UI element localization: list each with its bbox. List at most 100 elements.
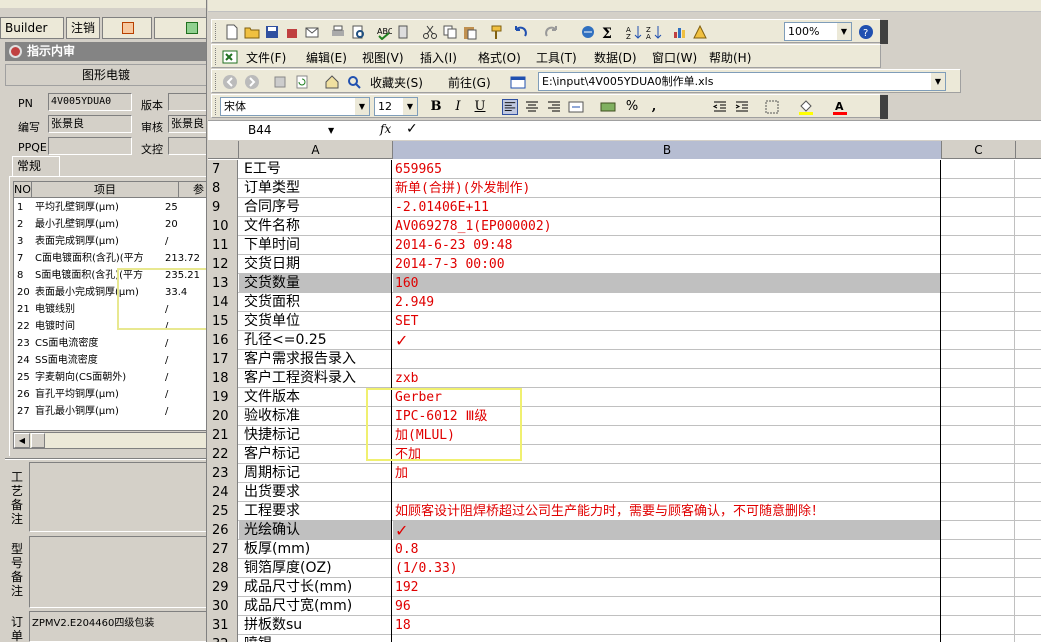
row-header[interactable]: 28	[208, 559, 238, 578]
reviewer-field[interactable]: 张景良	[168, 115, 206, 133]
grid-row[interactable]: 24 SS面电流密度 /	[14, 352, 206, 369]
menu-edit[interactable]: 编辑(E)	[306, 49, 347, 66]
back-icon[interactable]	[222, 74, 238, 90]
column-header-b[interactable]: B	[393, 141, 942, 159]
font-size-select[interactable]: 12 ▼	[374, 97, 418, 116]
format-gripper[interactable]	[215, 98, 218, 115]
grid-header-no[interactable]: NO	[14, 182, 32, 198]
cell-b[interactable]: 160	[393, 274, 941, 293]
grid-cell-param[interactable]: /	[165, 352, 206, 369]
hyperlink-icon[interactable]	[580, 24, 596, 40]
grid-cell-param[interactable]: /	[165, 335, 206, 352]
cell-b[interactable]: SET	[393, 312, 941, 331]
cell-c[interactable]	[942, 179, 1015, 198]
search-icon[interactable]	[346, 74, 362, 90]
cell-c[interactable]	[942, 312, 1015, 331]
percent-button[interactable]: %	[622, 98, 642, 116]
menu-window[interactable]: 窗口(W)	[652, 49, 697, 66]
menu-gripper[interactable]	[215, 48, 218, 65]
spelling-icon[interactable]: ABC	[376, 24, 392, 40]
row-header[interactable]: 14	[208, 293, 238, 312]
cell-a[interactable]: 下单时间	[239, 236, 392, 255]
permission-icon[interactable]	[284, 24, 300, 40]
cell-c[interactable]	[942, 255, 1015, 274]
stop-icon[interactable]	[272, 74, 288, 90]
menu-insert[interactable]: 插入(I)	[420, 49, 457, 66]
cell-c[interactable]	[942, 274, 1015, 293]
save-icon[interactable]	[264, 24, 280, 40]
cell-a[interactable]: 孔径<=0.25	[239, 331, 392, 350]
underline-button[interactable]: U	[470, 98, 490, 116]
select-all-corner[interactable]	[208, 141, 239, 159]
paste-icon[interactable]	[462, 24, 478, 40]
menu-format[interactable]: 格式(O)	[478, 49, 521, 66]
row-header[interactable]: 20	[208, 407, 238, 426]
cell-b[interactable]	[393, 350, 941, 369]
grid-row[interactable]: 27 盲孔最小铜厚(μm) /	[14, 403, 206, 420]
grid-cell-param[interactable]: /	[165, 403, 206, 420]
cell-c[interactable]	[942, 521, 1015, 540]
grid-row[interactable]: 1 平均孔壁铜厚(μm) 25	[14, 199, 206, 216]
cell-c[interactable]	[942, 426, 1015, 445]
cell-c[interactable]	[942, 160, 1015, 179]
cell-c[interactable]	[942, 407, 1015, 426]
cell-b[interactable]: 18	[393, 616, 941, 635]
email-icon[interactable]	[304, 24, 320, 40]
merge-center-icon[interactable]	[568, 99, 584, 115]
cell-b[interactable]: 659965	[393, 160, 941, 179]
cell-b[interactable]: 192	[393, 578, 941, 597]
cell-a[interactable]: 出货要求	[239, 483, 392, 502]
author-field[interactable]: 张景良	[48, 115, 132, 133]
chevron-down-icon[interactable]: ▼	[837, 23, 851, 40]
menu-help[interactable]: 帮助(H)	[709, 49, 751, 66]
menu-tools[interactable]: 工具(T)	[536, 49, 577, 66]
cell-b[interactable]: AV069278_1(EP000002)	[393, 217, 941, 236]
name-box-dropdown-icon[interactable]: ▼	[328, 122, 334, 139]
cell-b[interactable]: 0.8	[393, 540, 941, 559]
row-header[interactable]: 8	[208, 179, 238, 198]
row-header[interactable]: 7	[208, 160, 238, 179]
grid-row[interactable]: 25 字麦朝向(CS面朝外) /	[14, 369, 206, 386]
refresh-icon[interactable]	[294, 74, 310, 90]
new-file-icon[interactable]	[224, 24, 240, 40]
cell-b[interactable]: 如顾客设计阻焊桥超过公司生产能力时，需要与顾客确认，不可随意删除！	[393, 502, 941, 521]
show-only-web-toolbar-icon[interactable]	[510, 74, 526, 90]
cell-a[interactable]: 光绘确认	[239, 521, 392, 540]
cell-c[interactable]	[942, 293, 1015, 312]
cell-a[interactable]: 交货数量	[239, 274, 392, 293]
cell-c[interactable]	[942, 635, 1015, 642]
font-color-icon[interactable]: A	[832, 99, 848, 115]
grid-cell-param[interactable]: 25	[165, 199, 206, 216]
cell-c[interactable]	[942, 578, 1015, 597]
cell-c[interactable]	[942, 559, 1015, 578]
help-icon[interactable]: ?	[858, 24, 874, 40]
borders-icon[interactable]	[764, 99, 780, 115]
address-field[interactable]: E:\input\4V005YDUA0制作单.xls ▼	[538, 72, 946, 91]
comma-button[interactable]: ,	[644, 98, 664, 116]
cell-a[interactable]: 交货面积	[239, 293, 392, 312]
excel-button[interactable]	[154, 17, 206, 39]
cell-a[interactable]: 客户工程资料录入	[239, 369, 392, 388]
align-left-icon[interactable]	[502, 99, 518, 115]
cell-b[interactable]: 96	[393, 597, 941, 616]
version-field[interactable]	[168, 93, 206, 111]
row-header[interactable]: 21	[208, 426, 238, 445]
grid-row[interactable]: 7 C面电镀面积(含孔)(平方 213.72	[14, 250, 206, 267]
builder-tab[interactable]: Builder	[0, 17, 64, 39]
logout-tab[interactable]: 注销	[66, 17, 100, 39]
menu-file[interactable]: 文件(F)	[246, 49, 286, 66]
currency-icon[interactable]	[600, 99, 616, 115]
research-icon[interactable]	[396, 24, 412, 40]
row-header[interactable]: 15	[208, 312, 238, 331]
pn-field[interactable]: 4V005YDUA0	[48, 93, 132, 111]
scroll-left-icon[interactable]: ◀	[14, 433, 30, 448]
grid-cell-param[interactable]: /	[165, 233, 206, 250]
name-box[interactable]: B44 ▼	[218, 122, 334, 139]
sort-ascending-icon[interactable]: AZ	[626, 24, 642, 40]
cell-a[interactable]: 成品尺寸宽(mm)	[239, 597, 392, 616]
cell-c[interactable]	[942, 236, 1015, 255]
cell-a[interactable]: E工号	[239, 160, 392, 179]
menu-data[interactable]: 数据(D)	[594, 49, 637, 66]
cell-b[interactable]: ✓	[393, 521, 941, 540]
column-header-c[interactable]: C	[942, 141, 1016, 159]
